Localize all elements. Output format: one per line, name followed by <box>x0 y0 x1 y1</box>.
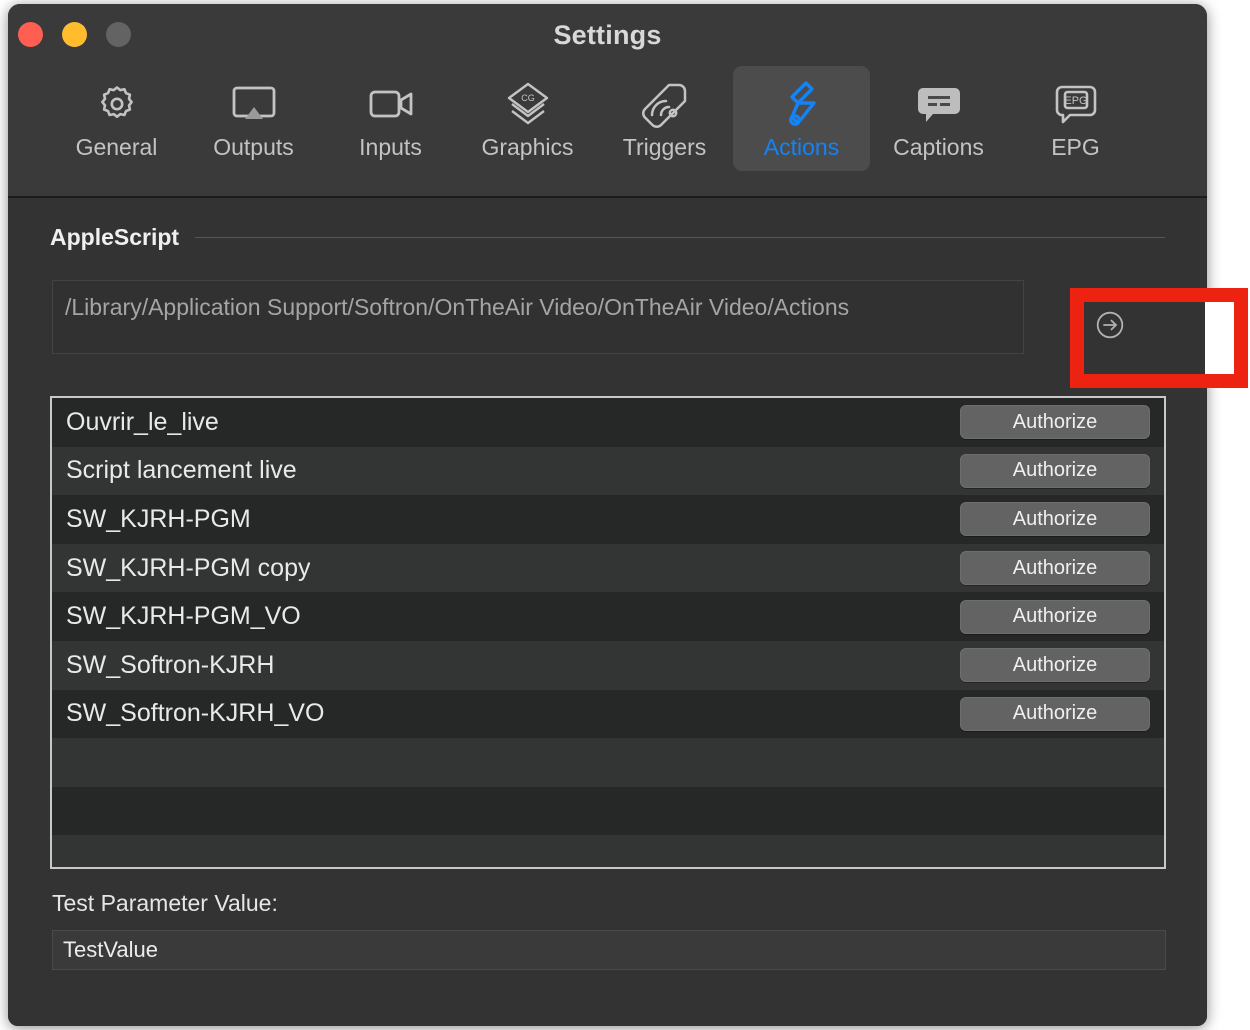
gear-icon <box>93 78 141 130</box>
table-row[interactable]: SW_KJRH-PGM copy Authorize <box>52 543 1164 593</box>
action-name: Ouvrir_le_live <box>66 407 219 436</box>
window-title: Settings <box>553 20 662 50</box>
authorize-button[interactable]: Authorize <box>960 502 1150 537</box>
arrow-right-circle-icon <box>1093 308 1127 347</box>
tab-label: Inputs <box>359 134 422 160</box>
tab-label: Graphics <box>481 134 574 160</box>
tab-outputs[interactable]: Outputs <box>185 66 322 171</box>
tab-triggers[interactable]: Triggers <box>596 66 733 171</box>
authorize-button[interactable]: Authorize <box>960 551 1150 586</box>
section-divider <box>195 237 1165 238</box>
empty-row <box>52 738 1164 787</box>
action-name: SW_Softron-KJRH_VO <box>66 699 325 728</box>
empty-row <box>52 786 1164 836</box>
tab-label: General <box>75 134 158 160</box>
tab-label: Actions <box>763 134 840 160</box>
tab-label: Captions <box>893 134 984 160</box>
tab-label: Outputs <box>213 134 294 160</box>
action-name: SW_KJRH-PGM_VO <box>66 602 301 631</box>
window-titlebar: Settings General Outputs Inputs CG Graph… <box>8 4 1207 198</box>
actions-list[interactable]: Ouvrir_le_live Authorize Script lancemen… <box>50 396 1166 869</box>
annotation-cutout <box>1205 288 1234 388</box>
table-row[interactable]: SW_KJRH-PGM_VO Authorize <box>52 592 1164 641</box>
caption-bubble-icon <box>913 78 965 130</box>
authorize-button[interactable]: Authorize <box>960 696 1150 731</box>
table-row[interactable]: Ouvrir_le_live Authorize <box>52 398 1164 447</box>
table-row[interactable]: SW_Softron-KJRH_VO Authorize <box>52 689 1164 739</box>
tab-general[interactable]: General <box>48 66 185 171</box>
action-bolt-icon <box>778 78 826 130</box>
tab-inputs[interactable]: Inputs <box>322 66 459 171</box>
svg-text:CG: CG <box>521 93 535 103</box>
authorize-button[interactable]: Authorize <box>960 648 1150 683</box>
applescript-path-field[interactable]: /Library/Application Support/Softron/OnT… <box>52 280 1024 354</box>
reveal-folder-button[interactable] <box>1076 303 1144 351</box>
settings-toolbar: General Outputs Inputs CG Graphics Trigg… <box>48 66 1144 171</box>
action-name: SW_Softron-KJRH <box>66 650 275 679</box>
applescript-section-header: AppleScript <box>50 224 1165 251</box>
action-name: SW_KJRH-PGM copy <box>66 553 311 582</box>
tab-epg[interactable]: EPG EPG <box>1007 66 1144 171</box>
tab-label: EPG <box>1051 134 1100 160</box>
wireless-tag-icon <box>639 78 691 130</box>
tab-captions[interactable]: Captions <box>870 66 1007 171</box>
tab-actions[interactable]: Actions <box>733 66 870 171</box>
authorize-button[interactable]: Authorize <box>960 453 1150 488</box>
svg-text:EPG: EPG <box>1064 95 1087 107</box>
display-icon <box>228 78 280 130</box>
section-title: AppleScript <box>50 224 180 250</box>
epg-bubble-icon: EPG <box>1050 78 1102 130</box>
tab-graphics[interactable]: CG Graphics <box>459 66 596 171</box>
cg-layers-icon: CG <box>502 78 554 130</box>
empty-row <box>52 835 1164 867</box>
authorize-button[interactable]: Authorize <box>960 405 1150 440</box>
authorize-button[interactable]: Authorize <box>960 599 1150 634</box>
table-row[interactable]: SW_KJRH-PGM Authorize <box>52 495 1164 544</box>
screenshot-root: Settings General Outputs Inputs CG Graph… <box>0 0 1250 1030</box>
action-name: SW_KJRH-PGM <box>66 504 251 533</box>
table-row[interactable]: Script lancement live Authorize <box>52 446 1164 496</box>
test-parameter-input[interactable]: TestValue <box>52 930 1166 970</box>
settings-window: Settings General Outputs Inputs CG Graph… <box>8 4 1207 1026</box>
tab-label: Triggers <box>622 134 707 160</box>
action-name: Script lancement live <box>66 456 297 485</box>
table-row[interactable]: SW_Softron-KJRH Authorize <box>52 640 1164 690</box>
video-camera-icon <box>365 78 417 130</box>
test-parameter-label: Test Parameter Value: <box>52 890 278 916</box>
settings-content-pane: AppleScript /Library/Application Support… <box>8 200 1207 1026</box>
